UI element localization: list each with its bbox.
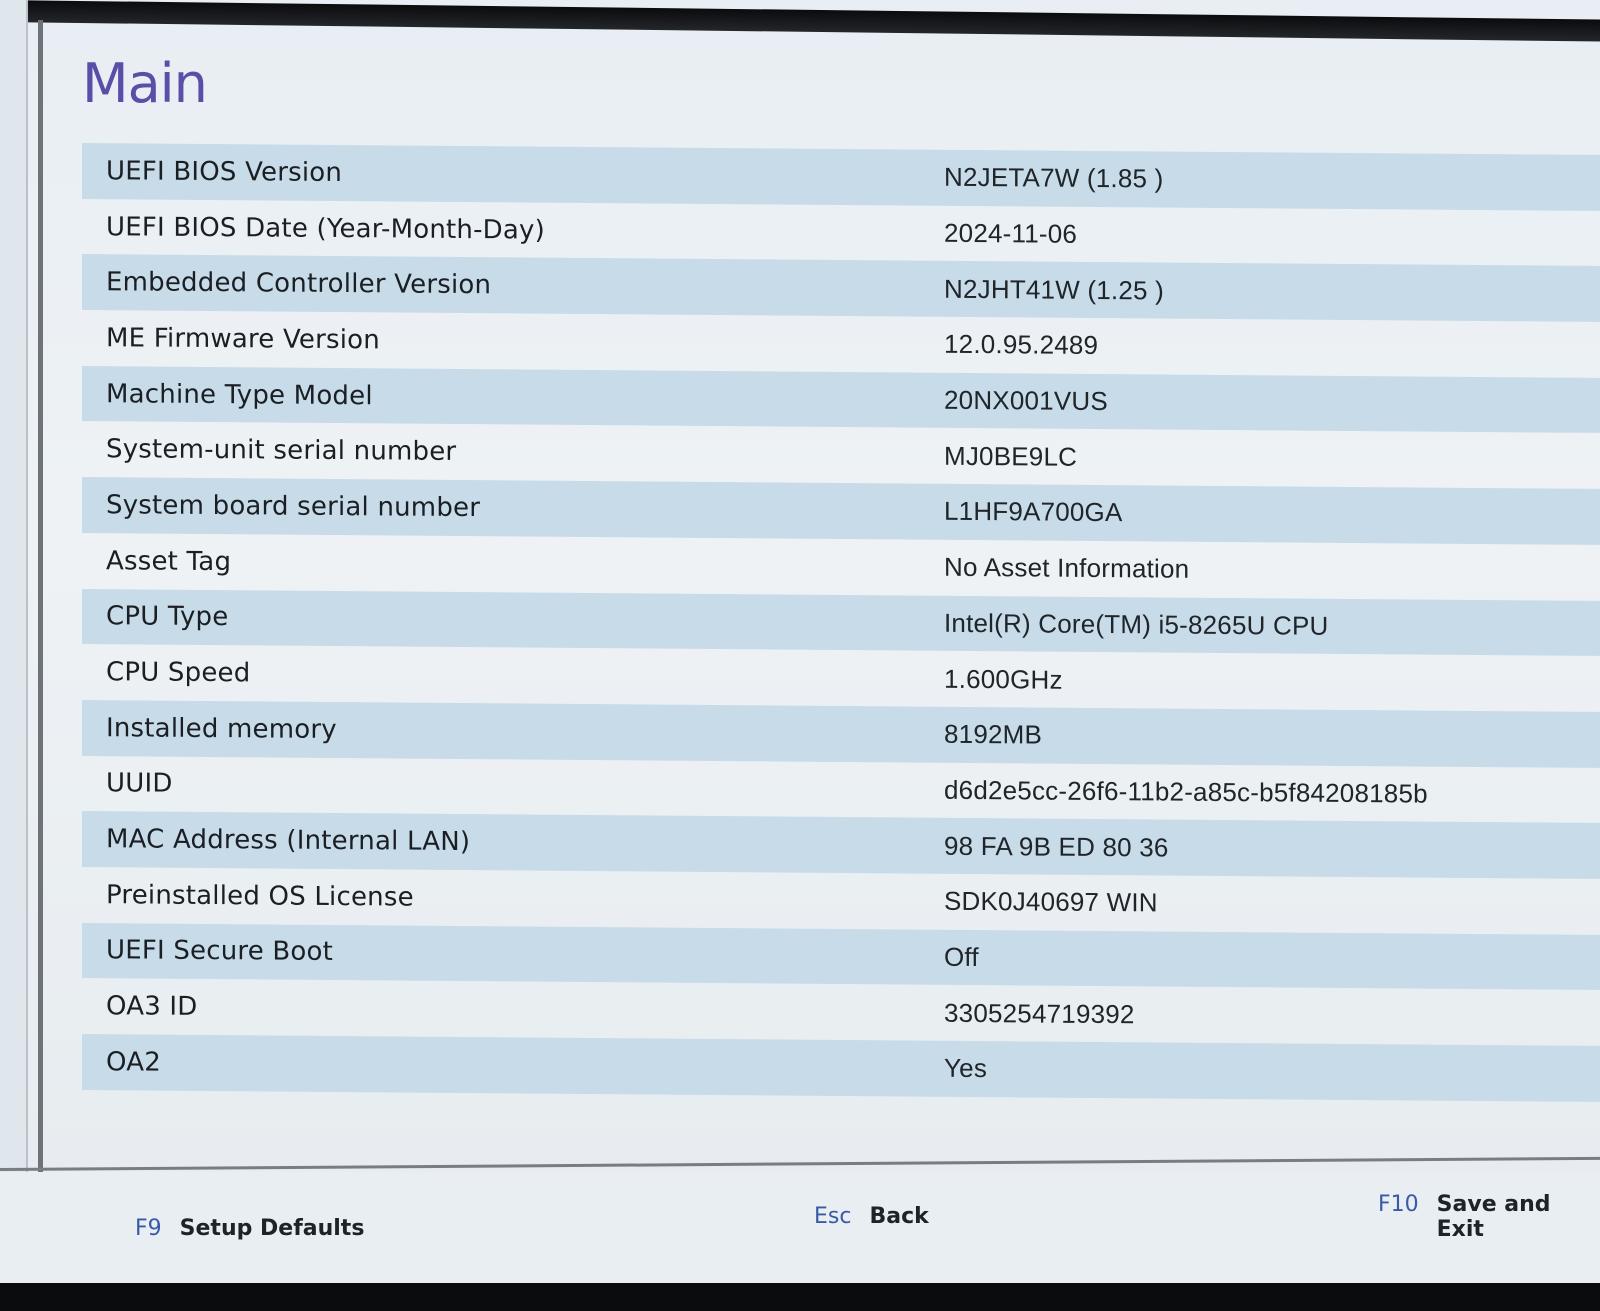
row-value: d6d2e5cc-26f6-11b2-a85c-b5f84208185b (944, 774, 1428, 809)
row-label: CPU Type (106, 601, 229, 633)
row-label: Asset Tag (106, 545, 232, 577)
row-value: 2024-11-06 (944, 217, 1078, 249)
row-label: UEFI BIOS Date (Year-Month-Day) (106, 211, 545, 246)
row-label: Preinstalled OS License (106, 879, 414, 913)
bios-screen: Main UEFI BIOS Version N2JETA7W (1.85 ) … (0, 0, 1600, 1311)
row-value: N2JHT41W (1.25 ) (944, 273, 1164, 306)
top-bezel (0, 0, 1600, 42)
row-label: System-unit serial number (106, 434, 457, 468)
left-frame (0, 0, 28, 1200)
page-title: Main (82, 52, 208, 115)
back-hotkey[interactable]: Esc Back (814, 1204, 929, 1229)
f9-key-label: F9 (135, 1216, 162, 1241)
row-label: UEFI BIOS Version (106, 156, 343, 188)
row-label: CPU Speed (106, 657, 251, 689)
left-divider (38, 20, 43, 1190)
setup-defaults-hotkey[interactable]: F9 Setup Defaults (135, 1216, 364, 1241)
row-value: Off (944, 941, 979, 973)
save-exit-label: Save and Exit (1436, 1192, 1551, 1242)
row-value: 3305254719392 (944, 997, 1135, 1029)
row-value: SDK0J40697 WIN (944, 886, 1158, 918)
row-value: Intel(R) Core(TM) i5-8265U CPU (944, 607, 1329, 641)
row-value: N2JETA7W (1.85 ) (944, 162, 1164, 194)
row-value: No Asset Information (944, 551, 1190, 584)
row-label: ME Firmware Version (106, 323, 380, 356)
row-value: L1HF9A700GA (944, 496, 1123, 528)
row-value: 20NX001VUS (944, 384, 1108, 417)
row-label: System board serial number (106, 490, 481, 524)
row-label: UEFI Secure Boot (106, 935, 334, 968)
row-value: 1.600GHz (944, 663, 1063, 695)
row-label: Installed memory (106, 712, 337, 745)
system-info-table: UEFI BIOS Version N2JETA7W (1.85 ) UEFI … (82, 143, 1600, 1102)
row-oa2[interactable]: OA2 Yes (82, 1034, 1600, 1102)
row-label: Embedded Controller Version (106, 267, 492, 301)
row-value: 98 FA 9B ED 80 36 (944, 830, 1169, 863)
row-label: MAC Address (Internal LAN) (106, 824, 471, 858)
row-label: OA3 ID (106, 991, 198, 1023)
row-label: Machine Type Model (106, 378, 373, 411)
bottom-bezel (0, 1283, 1600, 1311)
setup-defaults-label: Setup Defaults (179, 1216, 365, 1241)
f10-key-label: F10 (1378, 1192, 1419, 1217)
row-value: MJ0BE9LC (944, 440, 1078, 472)
row-label: OA2 (106, 1047, 161, 1078)
esc-key-label: Esc (814, 1204, 852, 1229)
row-value: 12.0.95.2489 (944, 329, 1099, 361)
save-exit-hotkey[interactable]: F10 Save and Exit (1378, 1192, 1600, 1242)
footer-divider (0, 1156, 1600, 1171)
row-label: UUID (106, 768, 173, 800)
row-value: 8192MB (944, 718, 1043, 750)
row-value: Yes (944, 1053, 988, 1084)
back-label: Back (869, 1204, 929, 1229)
